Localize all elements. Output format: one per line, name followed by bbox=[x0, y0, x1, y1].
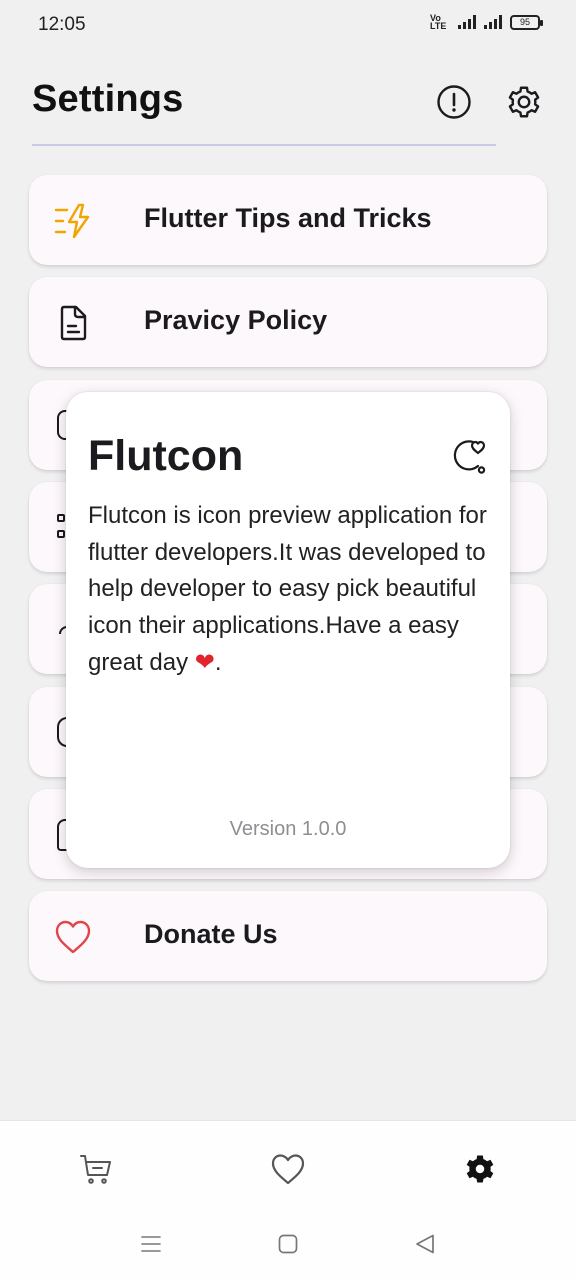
settings-button[interactable] bbox=[506, 84, 542, 120]
settings-item-label: Donate Us bbox=[144, 919, 278, 949]
heart-icon bbox=[271, 1154, 305, 1185]
system-home-button[interactable] bbox=[273, 1229, 303, 1259]
status-indicators: Vo LTE 95 bbox=[430, 13, 543, 31]
settings-screen: 12:05 Vo LTE 95 Settings Flutter Tips an… bbox=[0, 0, 576, 1280]
menu-icon bbox=[141, 1236, 161, 1252]
settings-item-label: Pravicy Policy bbox=[144, 305, 328, 335]
status-time: 12:05 bbox=[38, 14, 86, 35]
volte-indicator: Vo LTE bbox=[430, 13, 447, 31]
dialog-body-text: Flutcon is icon preview application for … bbox=[88, 502, 487, 676]
system-menu-button[interactable] bbox=[136, 1229, 166, 1259]
partial-icon bbox=[57, 514, 65, 522]
settings-item-privacy[interactable]: Pravicy Policy bbox=[29, 277, 547, 367]
signal-icon bbox=[458, 15, 476, 29]
back-triangle-icon bbox=[416, 1234, 434, 1254]
info-icon bbox=[437, 85, 471, 119]
settings-item-donate[interactable]: Donate Us bbox=[29, 891, 547, 981]
settings-item-tips[interactable]: Flutter Tips and Tricks bbox=[29, 175, 547, 265]
document-icon bbox=[53, 303, 93, 343]
about-dialog: Flutcon Flutcon is icon preview applicat… bbox=[66, 392, 510, 868]
bottom-navigation bbox=[0, 1120, 576, 1280]
gear-icon bbox=[466, 1155, 494, 1183]
partial-icon bbox=[57, 530, 65, 538]
status-bar: 12:05 Vo LTE 95 bbox=[0, 0, 576, 50]
page-title: Settings bbox=[32, 78, 184, 120]
info-button[interactable] bbox=[436, 84, 472, 120]
dialog-title: Flutcon bbox=[88, 432, 244, 480]
nav-cart-button[interactable] bbox=[72, 1149, 120, 1189]
gear-icon bbox=[508, 86, 540, 118]
dialog-body-end: . bbox=[214, 648, 222, 676]
system-back-button[interactable] bbox=[410, 1229, 440, 1259]
header-divider bbox=[32, 144, 496, 146]
cart-icon bbox=[80, 1155, 111, 1184]
signal-icon bbox=[484, 15, 502, 29]
dialog-description: Flutcon is icon preview application for … bbox=[88, 498, 488, 682]
heart-emoji-icon: ❤ bbox=[194, 648, 215, 676]
heart-icon bbox=[53, 917, 93, 957]
home-square-icon bbox=[278, 1234, 298, 1254]
settings-item-label: Flutter Tips and Tricks bbox=[144, 203, 432, 233]
nav-favorites-button[interactable] bbox=[264, 1149, 312, 1189]
nav-settings-button[interactable] bbox=[456, 1149, 504, 1189]
battery-icon: 95 bbox=[510, 14, 543, 30]
version-label: Version 1.0.0 bbox=[229, 818, 347, 840]
lightning-list-icon bbox=[53, 201, 93, 241]
app-logo-icon bbox=[448, 436, 488, 476]
